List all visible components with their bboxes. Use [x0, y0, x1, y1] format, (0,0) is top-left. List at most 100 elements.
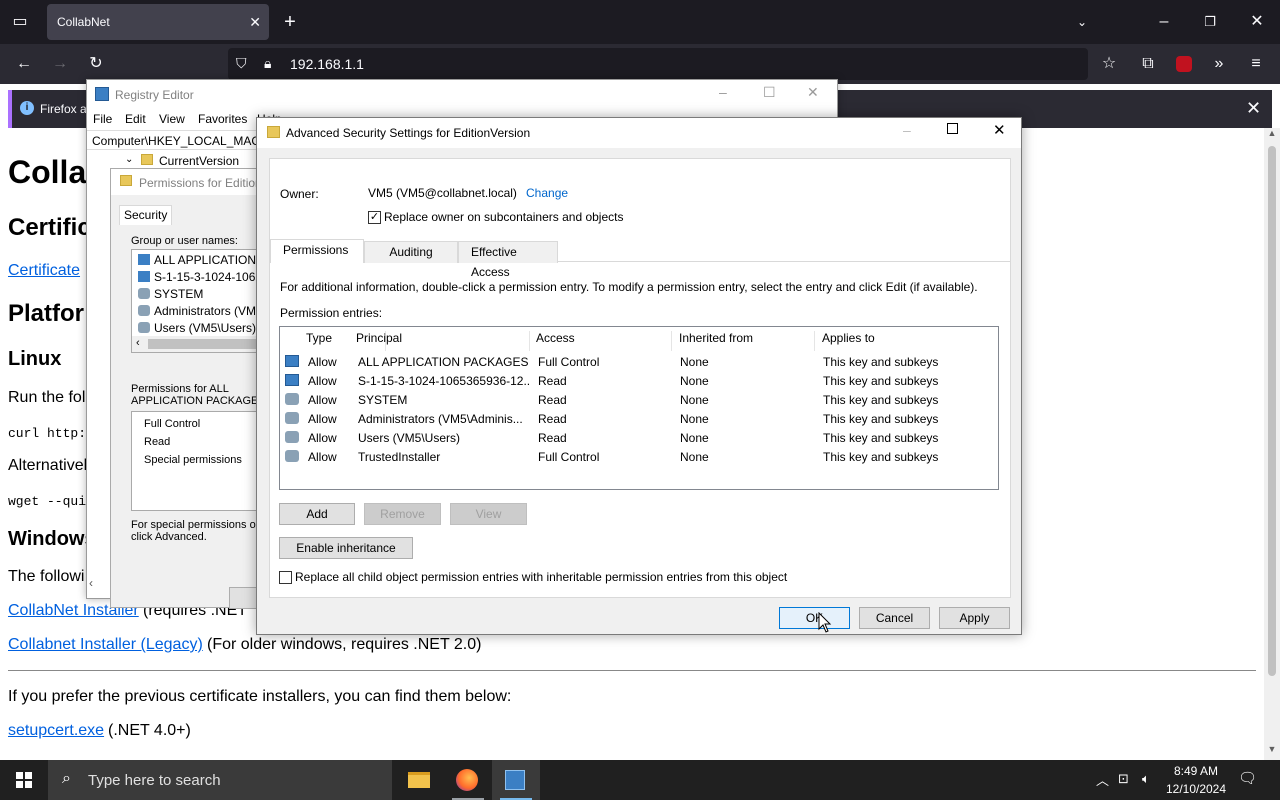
reload-icon[interactable]: ↻	[82, 50, 110, 78]
group-list[interactable]: ALL APPLICATION P S-1-15-3-1024-10653 SY…	[131, 249, 274, 353]
new-tab-icon[interactable]: +	[276, 8, 304, 36]
column-header-principal[interactable]: Principal	[356, 331, 530, 351]
close-icon[interactable]: ✕	[807, 84, 819, 101]
list-item[interactable]: ALL APPLICATION P	[154, 253, 267, 267]
scroll-left-icon[interactable]: ‹	[136, 337, 140, 349]
cancel-button[interactable]: Cancel	[859, 607, 930, 629]
page-scrollbar[interactable]: ▲ ▼	[1264, 128, 1280, 760]
special-note-2: click Advanced.	[131, 531, 207, 543]
dialog-titlebar: Advanced Security Settings for EditionVe…	[257, 118, 1021, 148]
horizontal-scrollbar[interactable]: ‹	[132, 336, 260, 352]
user-group-icon	[138, 322, 150, 333]
scroll-left-icon[interactable]: ‹	[89, 576, 93, 590]
menu-file[interactable]: File	[93, 112, 112, 126]
remove-button[interactable]: Remove	[364, 503, 441, 525]
maximize-icon[interactable]	[947, 123, 958, 134]
apply-button[interactable]: Apply	[939, 607, 1010, 629]
view-button[interactable]: View	[450, 503, 527, 525]
scroll-thumb[interactable]	[1268, 146, 1276, 676]
tab-auditing[interactable]: Auditing	[364, 241, 458, 263]
scroll-up-icon[interactable]: ▲	[1264, 128, 1280, 142]
user-group-icon	[285, 450, 299, 462]
certificate-link[interactable]: Certificate	[8, 262, 80, 280]
row-applies: This key and subkeys	[823, 355, 939, 369]
table-row[interactable]: Allow Administrators (VM5\Adminis... Rea…	[280, 410, 998, 429]
tab-effective-access[interactable]: Effective Access	[458, 241, 558, 279]
setupcert-link[interactable]: setupcert.exe	[8, 722, 104, 740]
user-group-icon	[285, 393, 299, 405]
menu-edit[interactable]: Edit	[125, 112, 146, 126]
row-access: Full Control	[538, 450, 600, 464]
column-header-inherited[interactable]: Inherited from	[679, 331, 815, 351]
scroll-thumb[interactable]	[148, 339, 258, 349]
network-icon[interactable]: ⊡	[1118, 771, 1129, 787]
table-row[interactable]: Allow SYSTEM Read None This key and subk…	[280, 391, 998, 410]
minimize-icon[interactable]: –	[1150, 8, 1178, 36]
legacy-installer-link[interactable]: Collabnet Installer (Legacy)	[8, 636, 203, 654]
close-icon[interactable]: ✕	[993, 121, 1006, 139]
extensions-icon[interactable]: ⧉	[1134, 50, 1162, 78]
close-window-icon[interactable]: ✕	[1243, 8, 1271, 36]
forward-icon[interactable]: →	[46, 50, 74, 78]
speaker-muted-icon[interactable]: 🔈︎	[1142, 771, 1150, 787]
clock-date[interactable]: 12/10/2024	[1160, 782, 1232, 796]
enable-inheritance-button[interactable]: Enable inheritance	[279, 537, 413, 559]
chevron-down-icon[interactable]: ⌄	[1068, 8, 1096, 36]
permission-entries-grid[interactable]: Type Principal Access Inherited from App…	[279, 326, 999, 490]
tab-security[interactable]: Security	[119, 205, 173, 225]
table-row[interactable]: Allow S-1-15-3-1024-1065365936-12... Rea…	[280, 372, 998, 391]
table-row[interactable]: Allow Users (VM5\Users) Read None This k…	[280, 429, 998, 448]
overflow-icon[interactable]: »	[1205, 50, 1233, 78]
url-text[interactable]: 192.168.1.1	[290, 56, 364, 72]
table-row[interactable]: Allow ALL APPLICATION PACKAGES Full Cont…	[280, 353, 998, 372]
regedit-icon	[95, 87, 109, 101]
tab-permissions[interactable]: Permissions	[270, 239, 364, 263]
tree-item-currentversion[interactable]: CurrentVersion	[159, 154, 239, 168]
cert-heading: Certific	[8, 214, 91, 241]
replace-child-checkbox[interactable]	[279, 571, 292, 584]
column-header-applies[interactable]: Applies to	[822, 331, 992, 351]
notification-text: Firefox a	[40, 102, 87, 116]
taskbar-search-box[interactable]: ⌕ Type here to search	[48, 760, 392, 800]
ok-button[interactable]: OK	[779, 607, 850, 629]
browser-tab[interactable]: CollabNet ✕	[47, 4, 269, 40]
close-tab-icon[interactable]: ✕	[249, 4, 261, 40]
column-header-access[interactable]: Access	[536, 331, 672, 351]
menu-view[interactable]: View	[159, 112, 185, 126]
list-item[interactable]: SYSTEM	[154, 287, 203, 301]
restore-icon[interactable]: ❐	[1196, 8, 1224, 36]
row-applies: This key and subkeys	[823, 412, 939, 426]
chevron-up-icon[interactable]: ︿	[1096, 770, 1109, 789]
list-item[interactable]: Users (VM5\Users)	[154, 321, 256, 335]
package-icon	[138, 254, 150, 265]
row-type: Allow	[308, 431, 337, 445]
change-owner-link[interactable]: Change	[526, 186, 568, 200]
list-item[interactable]: S-1-15-3-1024-10653	[154, 270, 269, 284]
maximize-icon[interactable]: ☐	[763, 84, 776, 101]
bookmark-star-icon[interactable]: ☆	[1095, 50, 1123, 78]
minimize-icon[interactable]: –	[719, 84, 727, 100]
menu-icon[interactable]: ≡	[1242, 50, 1270, 78]
replace-owner-checkbox[interactable]: ✓	[368, 211, 381, 224]
table-row[interactable]: Allow TrustedInstaller Full Control None…	[280, 448, 998, 467]
taskbar-firefox[interactable]	[444, 760, 492, 800]
run-text: Run the fol	[8, 389, 86, 406]
permissions-for-label-2: APPLICATION PACKAGES	[131, 395, 266, 407]
add-button[interactable]: Add	[279, 503, 355, 525]
notifications-icon[interactable]: 🗨︎	[1238, 769, 1257, 787]
tab-list-icon[interactable]: ▭	[6, 8, 34, 36]
back-icon[interactable]: ←	[10, 50, 38, 78]
clock-time[interactable]: 8:49 AM	[1168, 764, 1224, 778]
close-notification-icon[interactable]: ✕	[1246, 98, 1261, 119]
start-button[interactable]	[0, 760, 48, 800]
taskbar-file-explorer[interactable]	[396, 760, 444, 800]
menu-favorites[interactable]: Favorites	[198, 112, 247, 126]
lock-icon[interactable]: 🔒︎	[264, 55, 271, 72]
taskbar-regedit[interactable]	[492, 760, 540, 800]
shield-icon[interactable]: ⛉	[236, 55, 247, 72]
minimize-icon[interactable]: –	[903, 122, 911, 138]
scroll-down-icon[interactable]: ▼	[1264, 744, 1280, 758]
ublock-icon[interactable]	[1176, 56, 1192, 72]
row-principal: TrustedInstaller	[358, 450, 441, 464]
chevron-down-icon[interactable]: ⌄	[125, 154, 133, 165]
